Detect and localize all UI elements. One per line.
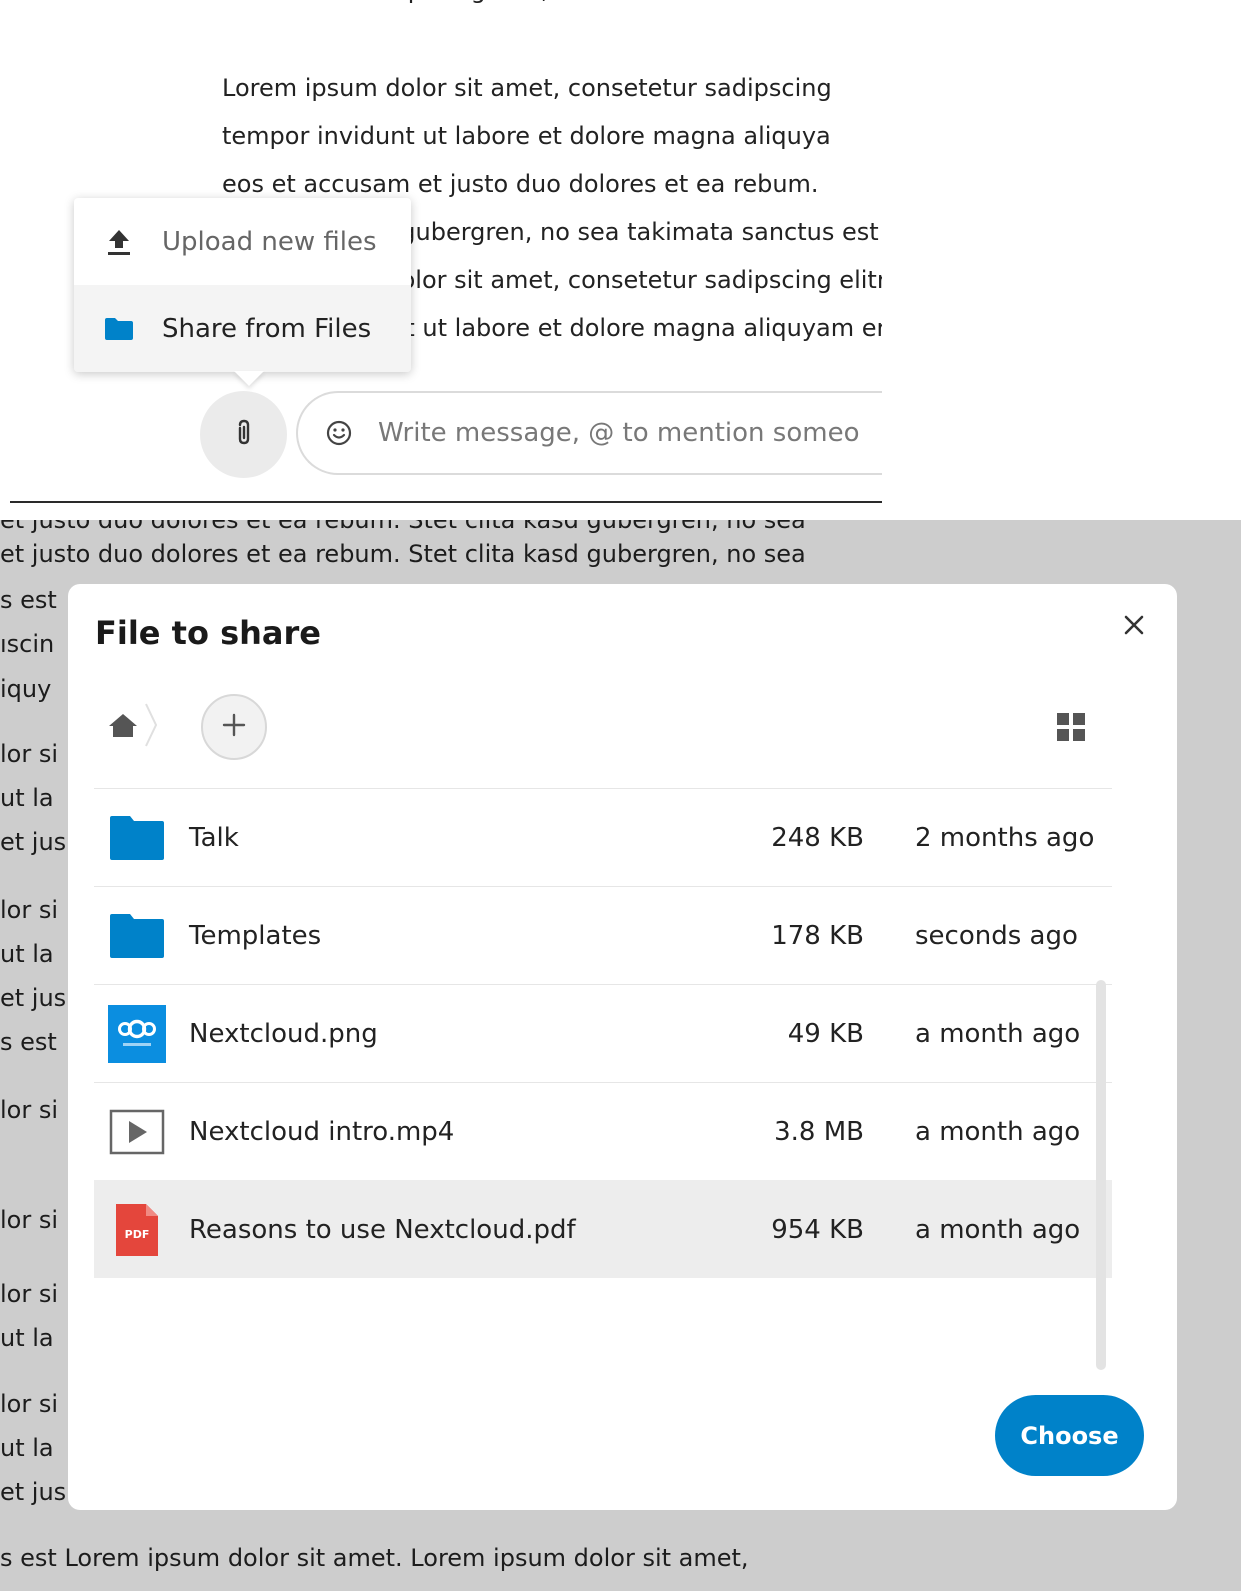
attach-button[interactable]	[200, 391, 287, 478]
file-name: Templates	[189, 920, 322, 951]
background-text: s est	[0, 586, 57, 614]
file-row[interactable]: PDF Reasons to use Nextcloud.pdf 954 KB …	[94, 1180, 1112, 1278]
file-modified: a month ago	[915, 1214, 1081, 1245]
chat-message-line: Lorem ipsum dolor sit amet, consetetur s…	[222, 74, 832, 102]
background-text: lor si	[0, 1390, 59, 1418]
background-text: s est Lorem ipsum dolor sit amet. Lorem …	[0, 1544, 749, 1572]
file-row[interactable]: Nextcloud.png 49 KB a month ago	[94, 984, 1112, 1082]
file-name: Nextcloud intro.mp4	[189, 1116, 455, 1147]
file-name: Reasons to use Nextcloud.pdf	[189, 1214, 576, 1245]
file-modified: a month ago	[915, 1018, 1081, 1049]
divider	[10, 501, 882, 503]
file-name: Talk	[189, 822, 239, 853]
close-button[interactable]	[1117, 610, 1151, 644]
chat-message-line: consetetur sadipscing elitr, sed diam no…	[222, 0, 894, 14]
folder-icon	[104, 317, 134, 341]
chat-message-line: tempor invidunt ut labore et dolore magn…	[222, 122, 831, 150]
file-row[interactable]: Talk 248 KB 2 months ago	[94, 788, 1112, 886]
chat-message-text: consetetur sadipscing elitr, sed diam no…	[222, 0, 894, 14]
share-from-files-item[interactable]: Share from Files	[74, 285, 411, 372]
image-thumbnail-icon	[108, 1004, 166, 1063]
background-text: lor si	[0, 1206, 59, 1234]
file-size: 49 KB	[787, 1018, 864, 1049]
background-text: et justo duo dolores et ea rebum. Stet c…	[0, 540, 806, 568]
file-modified: 2 months ago	[915, 822, 1095, 853]
background-text: iquy	[0, 675, 52, 703]
background-text: ut la	[0, 784, 54, 812]
file-size: 178 KB	[771, 920, 864, 951]
background-text: et justo duo dolores et ea rebum. Stet c…	[0, 520, 806, 534]
message-composer	[296, 391, 916, 475]
file-size: 3.8 MB	[774, 1116, 864, 1147]
file-size: 248 KB	[771, 822, 864, 853]
file-modified: a month ago	[915, 1116, 1081, 1147]
paperclip-icon	[234, 418, 254, 452]
grid-view-icon	[1057, 713, 1085, 745]
background-text: lor si	[0, 896, 59, 924]
folder-icon	[108, 907, 166, 965]
folder-icon	[108, 809, 166, 867]
upload-icon	[104, 228, 134, 256]
close-icon	[1123, 614, 1145, 640]
share-from-files-label: Share from Files	[162, 313, 372, 344]
background-text: s est	[0, 1028, 57, 1056]
scrollbar[interactable]	[1096, 980, 1106, 1370]
attachment-menu: Upload new files Share from Files	[74, 198, 411, 386]
file-row[interactable]: Nextcloud intro.mp4 3.8 MB a month ago	[94, 1082, 1112, 1180]
panel-mask	[882, 0, 1259, 520]
home-icon[interactable]	[108, 712, 138, 742]
background-text: ıscin	[0, 630, 55, 658]
file-picker-dialog: File to share Talk 248 KB 2 months ago T…	[68, 584, 1177, 1510]
background-text: et jus	[0, 1478, 67, 1506]
pdf-file-icon: PDF	[108, 1201, 166, 1259]
upload-new-files-item[interactable]: Upload new files	[74, 198, 411, 285]
file-row[interactable]: Templates 178 KB seconds ago	[94, 886, 1112, 984]
choose-button[interactable]: Choose	[995, 1395, 1144, 1476]
new-folder-button[interactable]	[201, 694, 267, 760]
emoji-icon[interactable]	[326, 420, 352, 446]
background-text: ut la	[0, 1434, 54, 1462]
background-text: lor si	[0, 740, 59, 768]
background-text: et jus	[0, 984, 67, 1012]
plus-icon	[222, 713, 246, 741]
background-text: et jus	[0, 828, 67, 856]
upload-new-files-label: Upload new files	[162, 226, 377, 257]
dialog-title: File to share	[95, 614, 321, 652]
file-name: Nextcloud.png	[189, 1018, 378, 1049]
background-text: ut la	[0, 940, 54, 968]
pdf-badge: PDF	[125, 1228, 150, 1241]
background-text: lor si	[0, 1096, 59, 1124]
menu-caret	[234, 371, 264, 386]
file-list: Talk 248 KB 2 months ago Templates 178 K…	[94, 788, 1112, 1278]
file-size: 954 KB	[771, 1214, 864, 1245]
breadcrumb-separator-icon	[144, 702, 158, 752]
file-modified: seconds ago	[915, 920, 1078, 951]
file-picker-overlay: et justo duo dolores et ea rebum. Stet c…	[0, 520, 1241, 1591]
message-input[interactable]	[378, 418, 868, 448]
chat-panel: consetetur sadipscing elitr, sed diam no…	[0, 0, 1259, 520]
video-file-icon	[108, 1103, 166, 1161]
background-text: lor si	[0, 1280, 59, 1308]
grid-view-toggle[interactable]	[1056, 713, 1086, 745]
breadcrumb	[108, 694, 158, 760]
background-text: ut la	[0, 1324, 54, 1352]
